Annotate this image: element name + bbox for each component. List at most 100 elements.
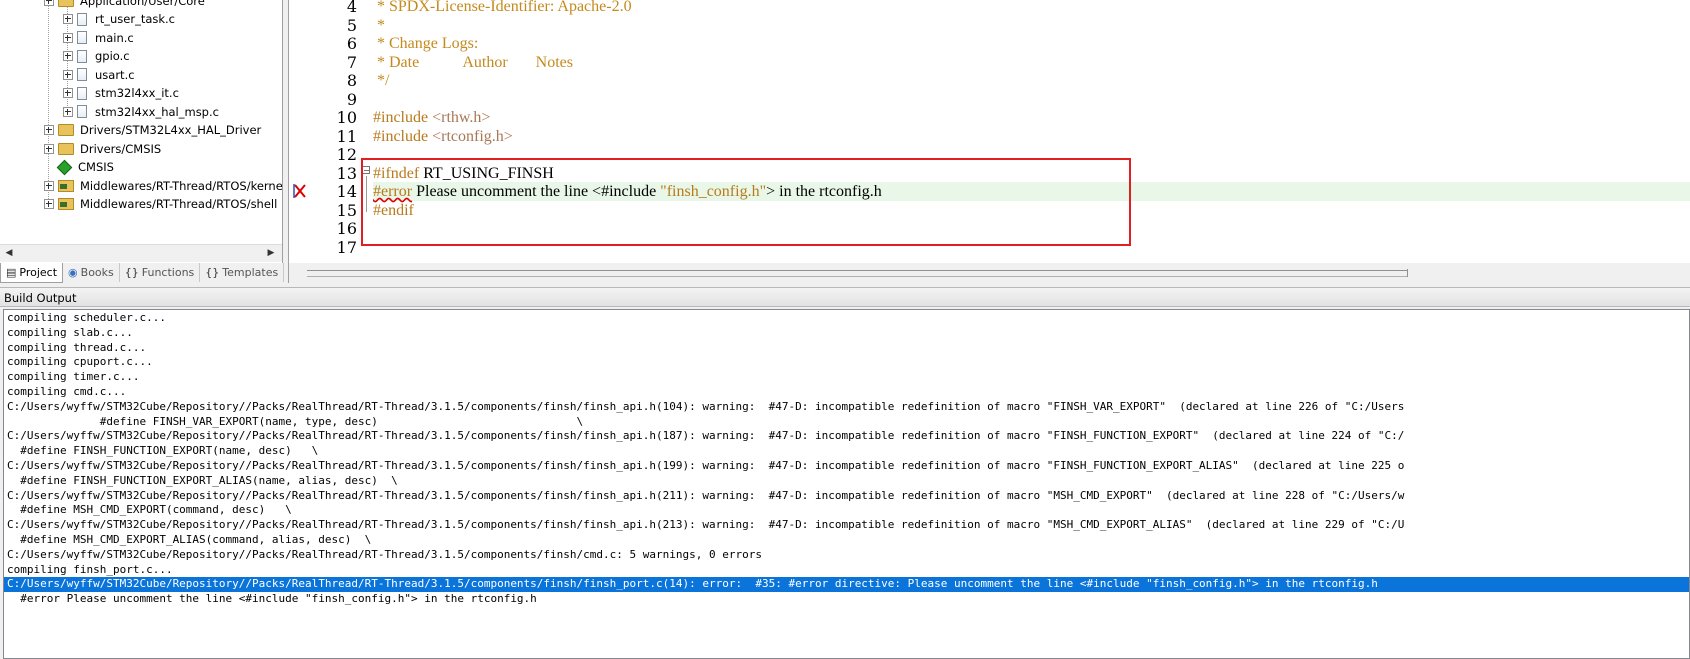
collapse-icon[interactable]	[44, 0, 54, 6]
output-line-error-selected[interactable]: C:/Users/wyffw/STM32Cube/Repository//Pac…	[4, 577, 1689, 593]
tree-file-gpio[interactable]: gpio.c	[63, 47, 130, 65]
output-line-warning[interactable]: C:/Users/wyffw/STM32Cube/Repository//Pac…	[7, 518, 1404, 533]
expand-icon[interactable]	[44, 125, 54, 135]
tree-file-label: main.c	[95, 30, 134, 45]
line-number: 16	[336, 219, 357, 238]
tree-file-main[interactable]: main.c	[63, 29, 134, 47]
tab-templates[interactable]: {} Templates	[200, 263, 285, 282]
c-file-icon	[77, 68, 87, 81]
tab-label: Books	[80, 266, 114, 279]
output-line[interactable]: compiling scheduler.c...	[7, 311, 166, 326]
output-line[interactable]: compiling timer.c...	[7, 370, 139, 385]
component-folder-icon	[58, 179, 74, 192]
output-line[interactable]: #define FINSH_FUNCTION_EXPORT(name, desc…	[7, 444, 318, 459]
line-number: 11	[336, 126, 357, 146]
project-window-tabs: ▤ Project ◉ Books {} Functions {} Templa…	[0, 263, 285, 283]
output-line-summary[interactable]: C:/Users/wyffw/STM32Cube/Repository//Pac…	[7, 548, 762, 563]
line-number: 9	[346, 89, 357, 109]
output-line[interactable]: compiling thread.c...	[7, 341, 146, 356]
output-line[interactable]: compiling finsh_port.c...	[7, 563, 173, 578]
tab-label: Templates	[222, 266, 279, 279]
expand-icon[interactable]	[44, 180, 54, 191]
tree-horizontal-scrollbar[interactable]: ◀ ▶	[0, 244, 282, 262]
tree-group-rtos-kernel[interactable]: Middlewares/RT-Thread/RTOS/kernel	[44, 177, 282, 195]
editor-horizontal-scrollbar[interactable]	[289, 263, 1690, 283]
cmsis-diamond-icon	[56, 159, 73, 175]
header-name: <rtconfig.h>	[432, 127, 513, 145]
build-output-panel[interactable]: compiling scheduler.c... compiling slab.…	[3, 309, 1690, 659]
tree-group-application-user-core[interactable]: Application/User/Core	[44, 0, 205, 10]
preprocessor-keyword: #include	[373, 127, 433, 145]
project-tree-pane: Application/User/Core rt_user_task.c mai…	[0, 0, 283, 263]
line-number: 13	[336, 163, 357, 183]
line-number: 5	[346, 15, 357, 35]
line-number: 4	[346, 0, 357, 16]
project-icon: ▤	[6, 266, 17, 279]
expand-icon[interactable]	[44, 199, 54, 209]
tree-group-label: Drivers/STM32L4xx_HAL_Driver	[80, 123, 262, 137]
output-line[interactable]: compiling cmd.c...	[7, 385, 126, 400]
c-file-icon	[77, 86, 87, 100]
scroll-left-icon[interactable]: ◀	[2, 247, 16, 260]
output-line-warning[interactable]: C:/Users/wyffw/STM32Cube/Repository//Pac…	[7, 400, 1404, 415]
tree-group-rtos-shell[interactable]: Middlewares/RT-Thread/RTOS/shell	[44, 195, 277, 213]
tree-file-stm32l4xx-hal-msp[interactable]: stm32l4xx_hal_msp.c	[63, 103, 219, 121]
output-line[interactable]: #define MSH_CMD_EXPORT(command, desc) \	[7, 503, 292, 518]
line-number: 17	[336, 237, 357, 257]
expand-icon[interactable]	[63, 51, 73, 61]
line-number: 15	[336, 200, 357, 220]
scroll-right-icon[interactable]: ▶	[264, 247, 278, 260]
c-file-icon	[77, 49, 87, 63]
functions-icon: {}	[124, 266, 139, 279]
expand-icon[interactable]	[63, 88, 73, 98]
tree-group-hal-driver[interactable]: Drivers/STM32L4xx_HAL_Driver	[44, 121, 261, 139]
component-folder-icon	[58, 198, 74, 210]
scrollbar-track[interactable]	[307, 270, 1407, 277]
tree-guide-line	[48, 0, 49, 205]
scrollbar-end	[1407, 269, 1408, 277]
folder-icon	[58, 142, 74, 155]
tab-label: Project	[19, 266, 58, 279]
tab-project[interactable]: ▤ Project	[0, 263, 64, 283]
c-file-icon	[77, 31, 87, 44]
output-line-warning[interactable]: C:/Users/wyffw/STM32Cube/Repository//Pac…	[7, 429, 1404, 444]
output-line[interactable]: #error Please uncomment the line <#inclu…	[7, 592, 537, 607]
line-number: 7	[346, 52, 357, 72]
output-line-warning[interactable]: C:/Users/wyffw/STM32Cube/Repository//Pac…	[7, 459, 1404, 474]
error-marker-icon	[293, 184, 306, 198]
expand-icon[interactable]	[63, 14, 73, 24]
tree-file-stm32l4xx-it[interactable]: stm32l4xx_it.c	[63, 84, 179, 102]
output-line[interactable]: #define MSH_CMD_EXPORT_ALIAS(command, al…	[7, 533, 371, 548]
tree-group-label: Middlewares/RT-Thread/RTOS/shell	[80, 197, 278, 211]
folder-icon	[58, 124, 74, 136]
code-line: * Change Logs:	[373, 35, 479, 52]
output-line[interactable]: compiling cpuport.c...	[7, 355, 153, 370]
tree-group-drivers-cmsis[interactable]: Drivers/CMSIS	[44, 140, 161, 158]
tab-functions[interactable]: {} Functions	[120, 263, 201, 282]
output-line[interactable]: compiling slab.c...	[7, 326, 133, 341]
books-icon: ◉	[68, 266, 78, 279]
tree-item-cmsis[interactable]: CMSIS	[56, 158, 114, 176]
expand-icon[interactable]	[44, 143, 54, 154]
output-line-warning[interactable]: C:/Users/wyffw/STM32Cube/Repository//Pac…	[7, 489, 1404, 504]
tree-file-usart[interactable]: usart.c	[63, 66, 135, 84]
tab-books[interactable]: ◉ Books	[63, 263, 120, 282]
build-output-title: Build Output	[0, 287, 1690, 307]
tree-file-rt-user-task[interactable]: rt_user_task.c	[63, 10, 175, 28]
expand-icon[interactable]	[63, 69, 73, 80]
code-editor[interactable]: 4 5 6 7 8 9 10 11 12 13 14 15 16 17 − * …	[288, 0, 1690, 283]
folder-icon	[58, 0, 74, 7]
output-line[interactable]: #define FINSH_VAR_EXPORT(name, type, des…	[7, 415, 583, 430]
code-line: #include <rthw.h>	[373, 109, 490, 128]
tab-label: Functions	[141, 266, 195, 279]
line-number: 14	[336, 182, 357, 201]
code-line: *	[373, 16, 385, 34]
line-number: 6	[346, 34, 357, 53]
expand-icon[interactable]	[63, 106, 73, 117]
tree-group-label: Application/User/Core	[80, 0, 205, 8]
output-line[interactable]: #define FINSH_FUNCTION_EXPORT_ALIAS(name…	[7, 474, 398, 489]
expand-icon[interactable]	[63, 32, 73, 43]
code-line: */	[373, 72, 390, 89]
code-line: * SPDX-License-Identifier: Apache-2.0	[373, 0, 632, 15]
annotation-highlight-box	[361, 158, 1131, 246]
